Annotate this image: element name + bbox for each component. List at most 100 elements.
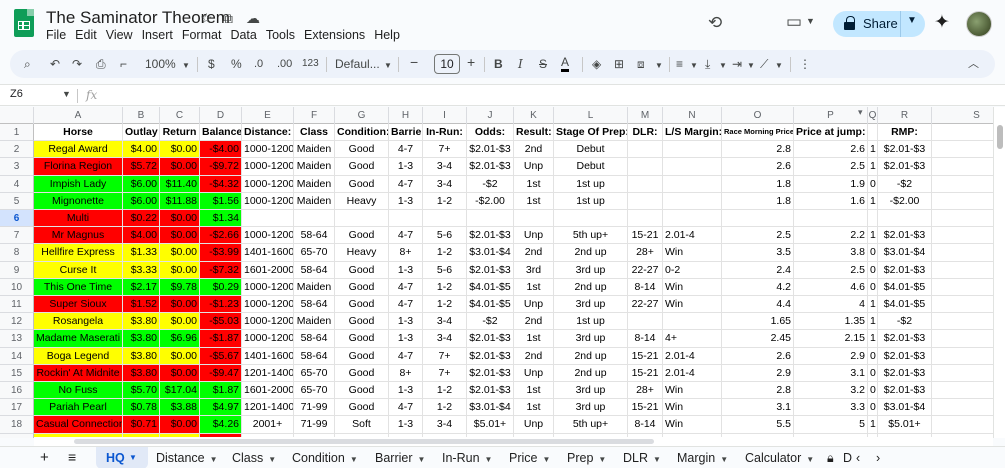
table-cell[interactable] <box>389 210 423 228</box>
table-cell[interactable]: $0.00 <box>160 141 200 159</box>
table-cell[interactable]: $2.01-$3 <box>878 382 932 400</box>
table-cell[interactable] <box>868 210 878 228</box>
table-cell[interactable]: 5th up+ <box>554 416 628 434</box>
table-cell[interactable]: 1-3 <box>389 313 423 331</box>
horse-name-cell[interactable]: Boga Legend <box>34 347 123 365</box>
italic-button[interactable]: I <box>518 56 523 72</box>
select-all-corner[interactable] <box>0 107 34 124</box>
table-cell[interactable]: 1-2 <box>423 278 467 296</box>
table-cell[interactable]: 3.5 <box>722 244 794 262</box>
table-cell[interactable]: 1st <box>514 175 554 193</box>
table-cell[interactable]: Win <box>663 296 722 314</box>
column-header-m[interactable]: M <box>628 107 663 124</box>
table-cell[interactable]: $5.70 <box>123 382 160 400</box>
table-cell[interactable]: 3rd up <box>554 330 628 348</box>
table-cell[interactable]: Soft <box>335 416 389 434</box>
scroll-tabs-left-icon[interactable]: ‹ <box>856 451 860 465</box>
table-cell[interactable] <box>628 210 663 228</box>
table-cell[interactable] <box>294 210 335 228</box>
table-cell[interactable]: $11.88 <box>160 192 200 210</box>
table-cell[interactable]: 15-21 <box>628 347 663 365</box>
percent-format-button[interactable]: % <box>231 56 242 72</box>
table-cell[interactable]: -$3.99 <box>200 244 242 262</box>
table-cell[interactable]: $2.01-$3 <box>467 330 514 348</box>
sheet-tab-barrier[interactable]: Barrier ▼ <box>375 451 425 465</box>
table-cell[interactable] <box>514 210 554 228</box>
table-cell[interactable]: 8-14 <box>628 278 663 296</box>
table-cell[interactable] <box>628 313 663 331</box>
merge-cells-icon[interactable]: ⧈ <box>637 56 645 72</box>
table-cell[interactable]: Maiden <box>294 175 335 193</box>
header-cell[interactable]: Barrier: <box>389 124 423 142</box>
table-cell[interactable]: 2nd up <box>554 364 628 382</box>
row-header-18[interactable]: 18 <box>0 416 34 434</box>
table-cell[interactable]: Debut <box>554 141 628 159</box>
table-cell[interactable]: 58-64 <box>294 330 335 348</box>
halign-caret-icon[interactable]: ▼ <box>690 58 698 74</box>
table-cell[interactable]: 1st <box>514 278 554 296</box>
account-avatar[interactable] <box>966 11 992 37</box>
star-icon[interactable]: ☆ <box>200 10 213 27</box>
table-cell[interactable]: $3.80 <box>123 313 160 331</box>
table-cell[interactable]: $4.00 <box>123 141 160 159</box>
table-cell[interactable]: $0.00 <box>160 313 200 331</box>
zoom-select[interactable]: 100% <box>145 56 176 72</box>
table-cell[interactable] <box>628 141 663 159</box>
horizontal-scrollbar[interactable] <box>34 437 993 446</box>
horizontal-scroll-thumb[interactable] <box>74 439 654 444</box>
row-header-13[interactable]: 13 <box>0 330 34 348</box>
table-cell[interactable]: 2.01-4 <box>663 227 722 245</box>
table-cell[interactable]: Win <box>663 244 722 262</box>
table-cell[interactable]: Maiden <box>294 313 335 331</box>
table-cell[interactable]: 2nd up <box>554 347 628 365</box>
table-cell[interactable]: 1.6 <box>794 192 868 210</box>
table-cell[interactable]: 2001+ <box>242 416 294 434</box>
table-cell[interactable]: Debut <box>554 158 628 176</box>
column-dropdown-icon[interactable]: ▾ <box>858 107 863 118</box>
table-cell[interactable]: 1.35 <box>794 313 868 331</box>
table-cell[interactable]: -$2 <box>467 313 514 331</box>
table-cell[interactable]: $9.78 <box>160 278 200 296</box>
table-cell[interactable]: Maiden <box>294 158 335 176</box>
table-cell[interactable]: 0 <box>868 347 878 365</box>
table-cell[interactable]: 2.45 <box>722 330 794 348</box>
table-cell[interactable]: 1-2 <box>423 296 467 314</box>
table-cell[interactable]: 5-6 <box>423 227 467 245</box>
table-cell[interactable]: 1000-1200 <box>242 192 294 210</box>
cloud-status-icon[interactable]: ☁ <box>246 10 260 27</box>
table-cell[interactable]: 1 <box>868 313 878 331</box>
table-cell[interactable]: 4.4 <box>722 296 794 314</box>
table-cell[interactable] <box>878 210 932 228</box>
table-cell[interactable]: $2.01-$3 <box>467 158 514 176</box>
row-header-8[interactable]: 8 <box>0 244 34 262</box>
borders-icon[interactable]: ⊞ <box>614 56 624 72</box>
sheet-tab-caret-icon[interactable]: ▼ <box>210 455 218 464</box>
table-cell[interactable] <box>554 210 628 228</box>
table-cell[interactable] <box>467 210 514 228</box>
table-cell[interactable]: $2.17 <box>123 278 160 296</box>
table-cell[interactable]: 3-4 <box>423 330 467 348</box>
table-cell[interactable]: $4.01-$5 <box>878 278 932 296</box>
sheet-tab-class[interactable]: Class ▼ <box>232 451 276 465</box>
table-cell[interactable]: $2.01-$3 <box>878 227 932 245</box>
table-cell[interactable]: 15-21 <box>628 364 663 382</box>
table-cell[interactable]: 5-6 <box>423 261 467 279</box>
horse-name-cell[interactable]: Super Sioux <box>34 296 123 314</box>
menu-help[interactable]: Help <box>374 28 400 42</box>
spreadsheet-grid[interactable]: A B C D E F G H I J K L M N O P Q R S ▾ 1 Horse Outlay Return B… <box>0 107 1005 438</box>
fill-color-icon[interactable]: ◈ <box>592 56 601 72</box>
table-cell[interactable]: $3.80 <box>123 330 160 348</box>
horse-name-cell[interactable]: Pariah Pearl <box>34 399 123 417</box>
header-cell[interactable]: Condition: <box>335 124 389 142</box>
horse-name-cell[interactable]: Multi <box>34 210 123 228</box>
table-cell[interactable]: 3.1 <box>722 399 794 417</box>
table-cell[interactable]: Unp <box>514 296 554 314</box>
column-header-p[interactable]: P <box>794 107 868 124</box>
table-cell[interactable]: $2.01-$3 <box>467 261 514 279</box>
table-cell[interactable]: $4.01-$5 <box>467 296 514 314</box>
sheet-tab-prep[interactable]: Prep ▼ <box>567 451 606 465</box>
sheet-tab-caret-icon[interactable]: ▼ <box>653 455 661 464</box>
sheet-tab-distance[interactable]: Distance ▼ <box>156 451 218 465</box>
table-cell[interactable]: $1.33 <box>123 244 160 262</box>
table-cell[interactable]: $0.00 <box>160 158 200 176</box>
